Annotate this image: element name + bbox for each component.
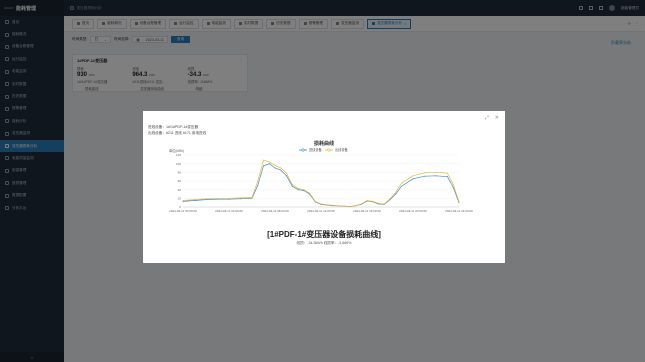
y-tick-label: 100 bbox=[176, 162, 181, 166]
x-tick-label: 2024-03-11 24:00:00 bbox=[445, 209, 473, 213]
data-point bbox=[291, 185, 293, 187]
data-point bbox=[291, 183, 293, 185]
data-point bbox=[280, 169, 282, 171]
data-point bbox=[447, 176, 448, 178]
data-point bbox=[297, 187, 299, 189]
data-point bbox=[217, 197, 218, 199]
x-tick-label: 2024-03-11 16:00:00 bbox=[353, 209, 381, 213]
data-point bbox=[205, 199, 207, 201]
data-point bbox=[435, 171, 437, 173]
x-tick-label: 2024-03-11 20:00:00 bbox=[399, 209, 427, 213]
data-point bbox=[228, 198, 230, 200]
y-tick-label: 40 bbox=[178, 188, 182, 192]
data-point bbox=[424, 175, 425, 177]
data-point bbox=[194, 199, 195, 201]
data-point bbox=[320, 203, 322, 205]
data-point bbox=[251, 197, 253, 199]
data-point bbox=[412, 178, 414, 180]
data-point bbox=[412, 175, 414, 177]
data-point bbox=[458, 201, 460, 203]
data-point bbox=[372, 200, 374, 202]
x-tick-label: 2024-03-11 12:00:00 bbox=[307, 209, 335, 213]
data-point bbox=[251, 196, 253, 198]
data-point bbox=[297, 189, 299, 191]
data-point bbox=[355, 205, 356, 207]
y-tick-label: 120 bbox=[176, 153, 181, 157]
data-point bbox=[435, 175, 437, 177]
data-point bbox=[240, 197, 241, 199]
x-tick-label: 2024-03-11 08:00:00 bbox=[261, 209, 289, 213]
data-point bbox=[366, 200, 368, 201]
modal-big-title: [1#PDF-1#变压器设备损耗曲线] bbox=[267, 230, 381, 239]
data-point bbox=[383, 203, 385, 205]
data-point bbox=[378, 203, 379, 205]
data-point bbox=[257, 184, 259, 186]
data-point bbox=[286, 175, 287, 177]
legend-label: 进线设备 bbox=[309, 147, 323, 152]
data-point bbox=[349, 206, 351, 208]
data-point bbox=[452, 183, 454, 185]
data-point bbox=[395, 191, 397, 193]
data-point bbox=[228, 197, 230, 199]
data-point bbox=[274, 164, 276, 166]
data-point bbox=[447, 172, 448, 174]
data-point bbox=[263, 159, 264, 161]
data-point bbox=[303, 189, 305, 191]
data-point bbox=[217, 198, 218, 200]
data-point bbox=[194, 200, 195, 201]
data-point bbox=[332, 204, 333, 206]
y-tick-label: 80 bbox=[178, 171, 182, 175]
data-point bbox=[257, 180, 259, 182]
data-point bbox=[401, 182, 402, 184]
loss-curve-modal: ⤢ ✕ 进线设备：1#/1#PDF-1#变压器 出线设备：#211 进线 #17… bbox=[143, 111, 505, 263]
loss-chart: 损耗曲线进线设备 出线设备单位(kWh)0204060801001202024-0… bbox=[169, 140, 473, 213]
data-point bbox=[182, 200, 184, 201]
legend-marker bbox=[301, 148, 305, 152]
chart-title: 损耗曲线 bbox=[314, 140, 334, 147]
legend-marker bbox=[327, 148, 331, 152]
data-point bbox=[182, 200, 184, 202]
data-point bbox=[389, 198, 391, 200]
data-point bbox=[314, 200, 316, 202]
data-point bbox=[268, 161, 270, 163]
legend-label: 出线设备 bbox=[335, 147, 349, 152]
x-tick-label: 2024-03-11 00:00:00 bbox=[169, 209, 197, 213]
data-point bbox=[274, 167, 276, 169]
data-point bbox=[424, 172, 425, 174]
data-point bbox=[286, 172, 287, 174]
x-tick-label: 2024-03-11 04:00:00 bbox=[215, 209, 243, 213]
data-point bbox=[452, 187, 454, 188]
data-point bbox=[268, 163, 270, 165]
data-point bbox=[458, 202, 460, 204]
series-line bbox=[182, 163, 460, 207]
data-point bbox=[343, 205, 345, 207]
data-point bbox=[401, 185, 402, 187]
y-tick-label: 60 bbox=[178, 179, 182, 183]
data-point bbox=[263, 165, 264, 167]
data-point bbox=[280, 167, 282, 169]
y-tick-label: 20 bbox=[178, 197, 182, 201]
data-point bbox=[309, 192, 310, 194]
modal-subtitle: 线损：-34.3kWh 线损率：-3.666% bbox=[296, 241, 352, 245]
data-point bbox=[205, 198, 207, 200]
data-point bbox=[395, 193, 397, 195]
series-line bbox=[182, 159, 460, 207]
data-point bbox=[240, 198, 241, 200]
data-point bbox=[360, 203, 362, 205]
